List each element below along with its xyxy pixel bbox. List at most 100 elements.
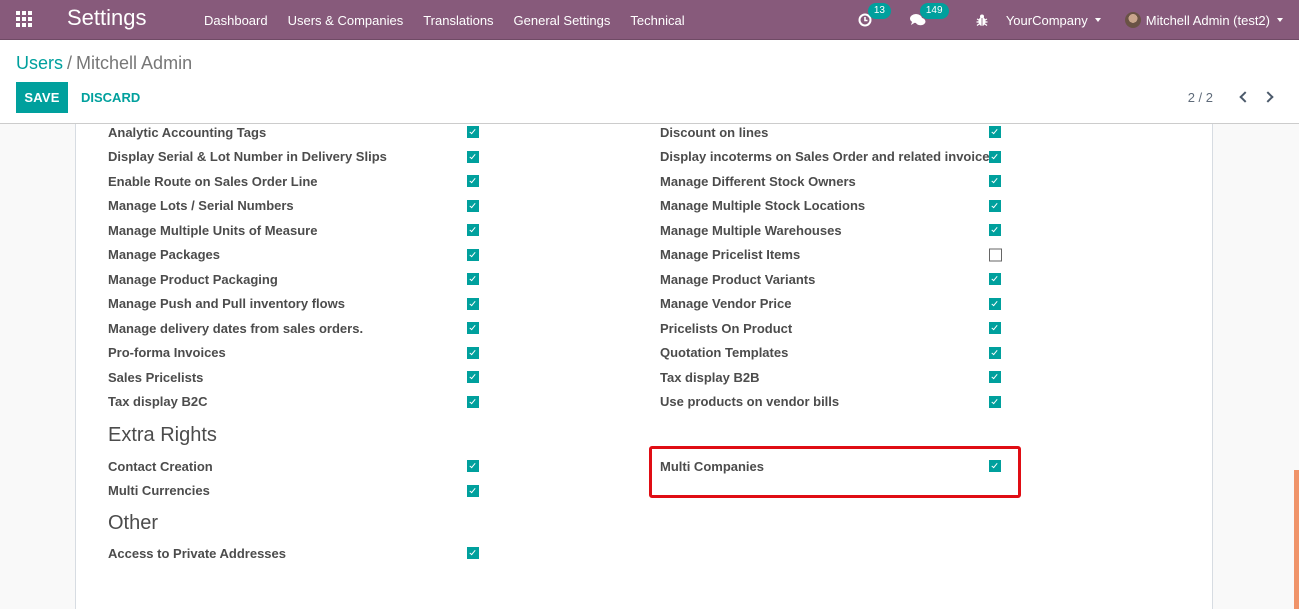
checkbox-display-incoterms-on-sales-order-and-related-invoices[interactable] <box>989 150 1001 163</box>
setting-label: Manage Multiple Units of Measure <box>108 222 318 238</box>
pager-next-button[interactable] <box>1261 88 1277 106</box>
apps-menu-icon[interactable] <box>16 11 34 27</box>
checkbox-contact-creation[interactable] <box>467 460 479 472</box>
setting-row-manage-push-and-pull-inventory-flows: Manage Push and Pull inventory flows <box>108 292 484 316</box>
bug-icon <box>976 14 988 26</box>
setting-label: Manage Multiple Stock Locations <box>660 198 866 213</box>
activities-count-badge: 13 <box>867 3 891 19</box>
setting-row-manage-pricelist-items: Manage Pricelist Items <box>660 243 1006 267</box>
company-name: YourCompany <box>1005 12 1088 28</box>
checkbox-multi-currencies[interactable] <box>467 484 479 497</box>
checkbox-use-products-on-vendor-bills[interactable] <box>989 395 1001 408</box>
debug-menu[interactable] <box>976 14 988 27</box>
setting-row-pricelists-on-product: Pricelists On Product <box>660 316 1006 340</box>
checkbox-quotation-templates[interactable] <box>989 346 1001 359</box>
setting-label: Enable Route on Sales Order Line <box>108 173 318 189</box>
checkbox-display-serial-lot-number-in-delivery-slips[interactable] <box>467 150 479 163</box>
app-brand[interactable]: Settings <box>67 5 147 31</box>
setting-label: Use products on vendor bills <box>660 394 840 409</box>
setting-row-manage-vendor-price: Manage Vendor Price <box>660 292 1006 316</box>
top-menu: Dashboard Users & Companies Translations… <box>194 0 695 40</box>
setting-label: Manage Multiple Warehouses <box>660 222 842 238</box>
setting-row-manage-multiple-stock-locations: Manage Multiple Stock Locations <box>660 194 1006 218</box>
menu-dashboard[interactable]: Dashboard <box>194 13 278 28</box>
user-name: Mitchell Admin (test2) <box>1145 12 1270 28</box>
setting-label: Manage Vendor Price <box>660 296 792 311</box>
checkbox-manage-product-variants[interactable] <box>989 273 1001 285</box>
setting-label: Manage delivery dates from sales orders. <box>108 320 364 336</box>
discard-button[interactable]: DISCARD <box>72 82 149 113</box>
checkbox-enable-route-on-sales-order-line[interactable] <box>467 175 479 187</box>
checkbox-tax-display-b2b[interactable] <box>989 371 1001 383</box>
messages-count-badge: 149 <box>919 3 949 19</box>
setting-label: Tax display B2B <box>660 369 760 385</box>
setting-label: Analytic Accounting Tags <box>108 124 267 140</box>
setting-label: Tax display B2C <box>108 394 208 409</box>
checkbox-manage-vendor-price[interactable] <box>989 297 1001 310</box>
menu-users-companies[interactable]: Users & Companies <box>278 13 414 28</box>
setting-row-display-incoterms-on-sales-order-and-related-invoices: Display incoterms on Sales Order and rel… <box>660 145 1006 169</box>
messages-menu[interactable]: 149 <box>909 3 949 27</box>
setting-label: Multi Currencies <box>108 483 210 498</box>
checkbox-pro-forma-invoices[interactable] <box>467 346 479 359</box>
setting-row-manage-delivery-dates-from-sales-orders: Manage delivery dates from sales orders. <box>108 316 484 340</box>
menu-technical[interactable]: Technical <box>620 13 694 28</box>
activities-menu[interactable]: 13 <box>858 3 891 27</box>
checkbox-manage-multiple-stock-locations[interactable] <box>989 199 1001 212</box>
checkbox-manage-multiple-units-of-measure[interactable] <box>467 224 479 236</box>
checkbox-multi-companies[interactable] <box>989 460 1001 472</box>
checkbox-analytic-accounting-tags[interactable] <box>467 126 479 138</box>
checkbox-tax-display-b2c[interactable] <box>467 395 479 408</box>
setting-row-enable-route-on-sales-order-line: Enable Route on Sales Order Line <box>108 169 484 193</box>
checkbox-pricelists-on-product[interactable] <box>989 322 1001 334</box>
pager-previous-button[interactable] <box>1235 88 1251 106</box>
save-button[interactable]: SAVE <box>16 82 68 113</box>
setting-label: Pricelists On Product <box>660 320 793 336</box>
setting-label: Sales Pricelists <box>108 369 204 385</box>
breadcrumb-current: Mitchell Admin <box>76 53 193 73</box>
form-sheet: Analytic Accounting Tags Display Serial &… <box>75 124 1213 609</box>
checkbox-manage-delivery-dates-from-sales-orders[interactable] <box>467 322 479 334</box>
pager-value[interactable]: 2 / 2 <box>1188 90 1213 105</box>
setting-row-discount-on-lines: Discount on lines <box>660 120 1006 144</box>
setting-row-pro-forma-invoices: Pro-forma Invoices <box>108 341 484 365</box>
user-menu[interactable]: Mitchell Admin (test2) <box>1124 12 1283 28</box>
checkbox-discount-on-lines[interactable] <box>989 126 1001 138</box>
checkbox-access-to-private-addresses[interactable] <box>467 547 479 559</box>
setting-row-analytic-accounting-tags: Analytic Accounting Tags <box>108 120 484 144</box>
setting-row-multi-currencies: Multi Currencies <box>108 479 484 503</box>
breadcrumb-users[interactable]: Users <box>16 53 63 73</box>
setting-row-quotation-templates: Quotation Templates <box>660 341 1006 365</box>
menu-translations[interactable]: Translations <box>413 13 503 28</box>
setting-row-manage-packages: Manage Packages <box>108 243 484 267</box>
setting-row-display-serial-lot-number-in-delivery-slips: Display Serial & Lot Number in Delivery … <box>108 145 484 169</box>
checkbox-manage-packages[interactable] <box>467 248 479 261</box>
checkbox-manage-push-and-pull-inventory-flows[interactable] <box>467 297 479 310</box>
breadcrumb: Users / Mitchell Admin <box>16 53 192 74</box>
caret-down-icon <box>1277 18 1283 22</box>
chevron-right-icon <box>1261 91 1274 103</box>
checkbox-manage-product-packaging[interactable] <box>467 273 479 285</box>
avatar <box>1124 12 1141 28</box>
setting-row-sales-pricelists: Sales Pricelists <box>108 365 484 389</box>
main-navbar: Settings Dashboard Users & Companies Tra… <box>0 0 1299 40</box>
scrollbar[interactable] <box>1294 470 1299 609</box>
checkbox-manage-multiple-warehouses[interactable] <box>989 224 1001 236</box>
checkbox-manage-different-stock-owners[interactable] <box>989 175 1001 187</box>
setting-row-access-to-private-addresses: Access to Private Addresses <box>108 541 484 565</box>
menu-general-settings[interactable]: General Settings <box>504 13 621 28</box>
section-title-extra-rights: Extra Rights <box>108 424 217 446</box>
setting-row-use-products-on-vendor-bills: Use products on vendor bills <box>660 390 1006 414</box>
setting-label: Manage Packages <box>108 247 221 262</box>
setting-label: Manage Product Variants <box>660 271 816 287</box>
checkbox-manage-pricelist-items[interactable] <box>989 248 1002 261</box>
setting-row-manage-multiple-warehouses: Manage Multiple Warehouses <box>660 218 1006 242</box>
checkbox-sales-pricelists[interactable] <box>467 371 479 383</box>
setting-label: Access to Private Addresses <box>108 545 287 561</box>
pager: 2 / 2 <box>1188 88 1277 106</box>
company-switcher[interactable]: YourCompany <box>1006 13 1101 28</box>
checkbox-manage-lots-serial-numbers[interactable] <box>467 199 479 212</box>
setting-label: Contact Creation <box>108 458 213 474</box>
setting-row-manage-product-packaging: Manage Product Packaging <box>108 267 484 291</box>
systray: 13 149 YourCompany Mitchell Admin (test2… <box>858 0 1299 40</box>
